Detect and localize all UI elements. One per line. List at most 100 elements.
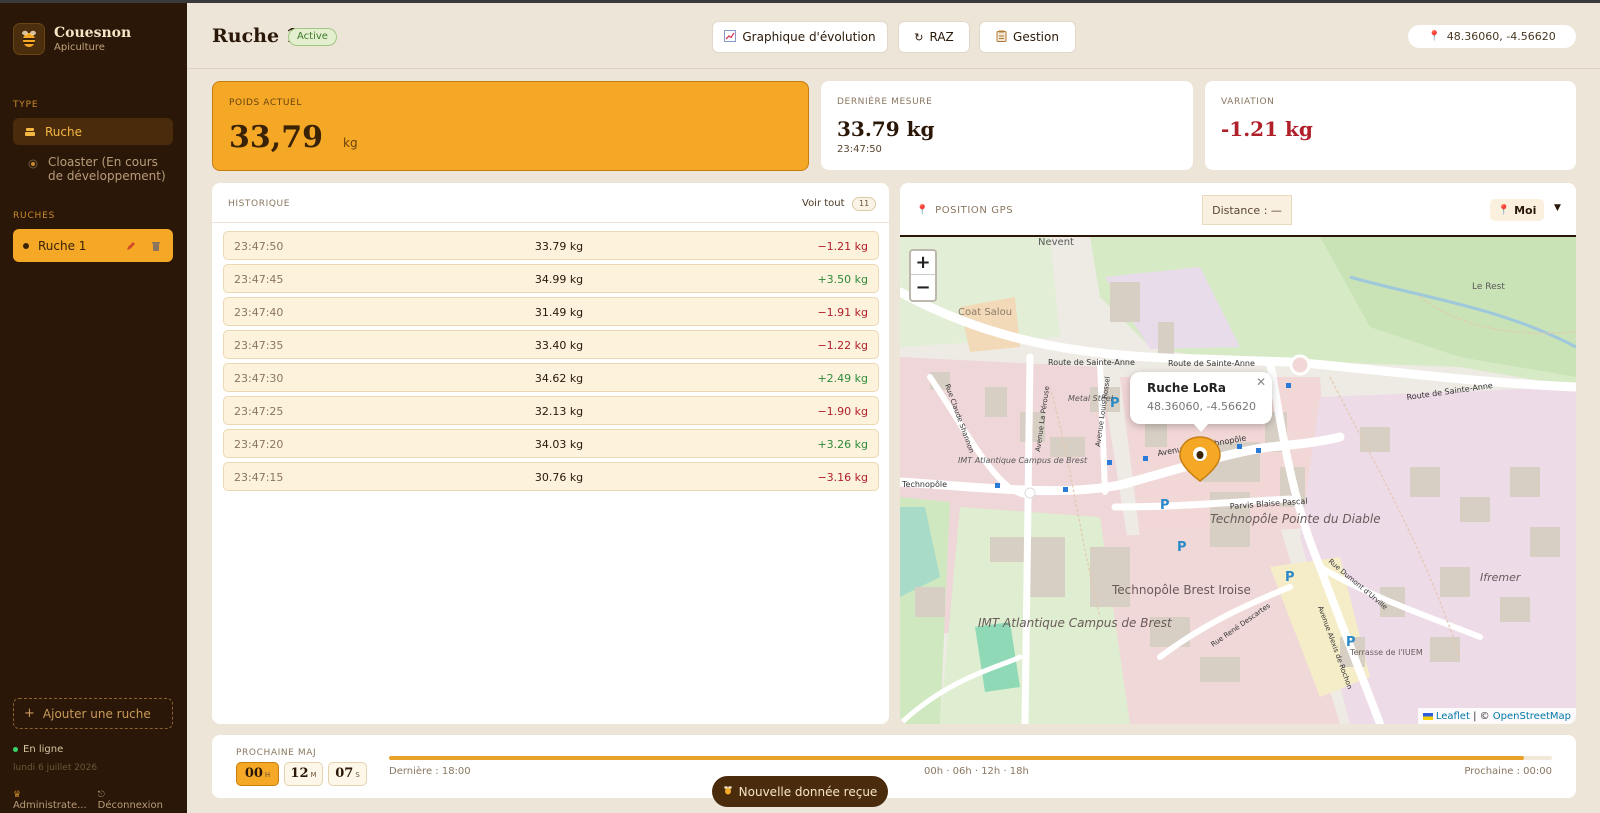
osm-link[interactable]: OpenStreetMap [1493,711,1571,722]
connection-status: En ligne [13,744,63,755]
history-row: 23:47:20 34.03 kg +3.26 kg [223,429,879,458]
history-row: 23:47:50 33.79 kg −1.21 kg [223,231,879,260]
clipboard-icon [996,30,1007,45]
sidebar-item-label: Ruche [45,124,82,139]
svg-text:P: P [1177,540,1187,555]
history-weight: 30.76 kg [534,471,584,484]
locate-me-label: Moi [1514,203,1537,217]
add-hive-label: Ajouter une ruche [42,706,151,721]
svg-text:Route de Sainte-Anne: Route de Sainte-Anne [1168,359,1255,368]
history-row: 23:47:35 33.40 kg −1.22 kg [223,330,879,359]
page-title: Ruche 1 [212,25,299,47]
new-data-toast: Nouvelle donnée reçue [712,776,888,807]
graph-button-label: Graphique d'évolution [742,30,876,44]
zoom-in-button[interactable]: + [911,251,935,275]
history-weight: 34.03 kg [534,438,584,451]
variation-value: -1.21 kg [1221,117,1313,141]
map-zoom-control: + − [909,249,937,302]
history-time: 23:47:15 [234,471,284,484]
svg-text:Le Rest: Le Rest [1472,282,1505,292]
history-time: 23:47:40 [234,306,284,319]
plus-icon: + [24,706,35,721]
map-popup: Ruche LoRa 48.36060, -4.56620 ✕ [1130,372,1272,432]
map-view[interactable]: PPP PP Nevent Le Rest Coat Salou Route d… [900,237,1576,724]
history-weight: 32.13 kg [534,405,584,418]
history-delta: −3.16 kg [817,471,868,484]
chevron-down-icon[interactable]: ▼ [1554,203,1561,213]
reset-button[interactable]: ↻ RAZ [898,21,970,53]
popup-coordinates: 48.36060, -4.56620 [1147,400,1256,413]
last-measure-label: DERNIÈRE MESURE [837,97,933,107]
location-pin-icon: 📍 [916,205,930,216]
svg-text:Technopôle Pointe du Diable: Technopôle Pointe du Diable [1210,512,1381,526]
chart-icon [724,29,737,45]
ruches-section-label: RUCHES [13,211,56,221]
history-weight: 33.40 kg [534,339,584,352]
countdown-seconds-unit: S [355,771,360,779]
svg-text:Terrasse de l'IUEM: Terrasse de l'IUEM [1349,648,1423,657]
history-time: 23:47:50 [234,240,284,253]
history-weight: 33.79 kg [534,240,584,253]
last-measure-time: 23:47:50 [837,144,882,155]
distance-readout: Distance : — [1202,195,1292,225]
countdown-minutes-value: 12 [290,766,309,781]
history-row: 23:47:25 32.13 kg −1.90 kg [223,396,879,425]
countdown-minutes-unit: M [310,771,317,779]
locate-me-button[interactable]: 📍 Moi [1490,199,1544,221]
history-count-badge: 11 [852,197,877,211]
gps-label-text: POSITION GPS [935,205,1014,216]
history-time: 23:47:20 [234,438,284,451]
history-delta: +3.50 kg [817,273,868,286]
add-hive-button[interactable]: + Ajouter une ruche [13,698,173,729]
svg-text:P: P [1285,570,1295,585]
history-row: 23:47:30 34.62 kg +2.49 kg [223,363,879,392]
graph-button[interactable]: Graphique d'évolution [712,21,888,53]
map-attribution: Leaflet | © OpenStreetMap [1417,708,1576,724]
delete-trash-icon[interactable] [148,238,164,254]
countdown-seconds: 07 S [328,762,367,786]
logout-button[interactable]: ⎋ Déconnexion [98,789,173,811]
sidebar-item-cloaster[interactable]: Cloaster (En cours de développement) [13,155,173,183]
update-progress-fill [389,756,1525,760]
next-update-label: PROCHAINE MAJ [236,748,317,758]
countdown-hours: 00 H [236,762,279,786]
zoom-out-button[interactable]: − [911,275,935,299]
map-tiles: PPP PP Nevent Le Rest Coat Salou Route d… [900,237,1576,724]
sidebar-item-ruche[interactable]: Ruche [13,118,173,145]
svg-text:IMT Atlantique Campus de Brest: IMT Atlantique Campus de Brest [958,456,1088,465]
countdown-seconds-value: 07 [335,766,354,781]
admin-user[interactable]: ♛ Administrate... [13,789,98,811]
current-date: lundi 6 juillet 2026 [13,763,98,773]
history-delta: +2.49 kg [817,372,868,385]
last-measure-card: DERNIÈRE MESURE 33.79 kg 23:47:50 [821,81,1193,170]
flower-icon [26,157,40,171]
coordinates-value: 48.36060, -4.56620 [1446,30,1556,43]
see-all-link[interactable]: Voir tout [802,198,845,209]
close-icon[interactable]: ✕ [1256,375,1266,389]
brand-name: Couesnon [54,25,132,41]
type-section-label: TYPE [13,100,39,110]
logout-label: Déconnexion [97,800,163,811]
toast-label: Nouvelle donnée reçue [738,784,878,799]
manage-button[interactable]: Gestion [979,21,1076,53]
history-panel: HISTORIQUE Voir tout 11 23:47:50 33.79 kg… [212,183,889,724]
edit-pencil-icon[interactable] [123,238,139,254]
status-dot [23,242,29,249]
sidebar-item-ruche-1[interactable]: Ruche 1 [13,229,173,262]
reset-icon: ↻ [914,30,924,44]
countdown-hours-unit: H [264,771,271,779]
connection-status-label: En ligne [23,744,64,755]
gps-header: 📍 POSITION GPS Distance : — 📍 Moi ▼ [900,183,1576,237]
logout-icon: ⎋ [97,790,105,800]
header-divider [187,68,1600,69]
last-measure-value: 33.79 kg [837,117,935,141]
sidebar: Couesnon Apiculture TYPE Ruche Cloaster … [0,3,187,813]
gps-label: 📍 POSITION GPS [916,205,1013,216]
sidebar-item-label: Ruche 1 [38,238,87,253]
attribution-separator: | © [1469,710,1493,722]
current-weight-card: POIDS ACTUEL 33,79 kg [212,81,809,171]
countdown-hours-value: 00 [244,766,263,781]
history-time: 23:47:45 [234,273,284,286]
leaflet-link[interactable]: Leaflet [1436,711,1470,722]
status-badge: Active [288,28,337,46]
